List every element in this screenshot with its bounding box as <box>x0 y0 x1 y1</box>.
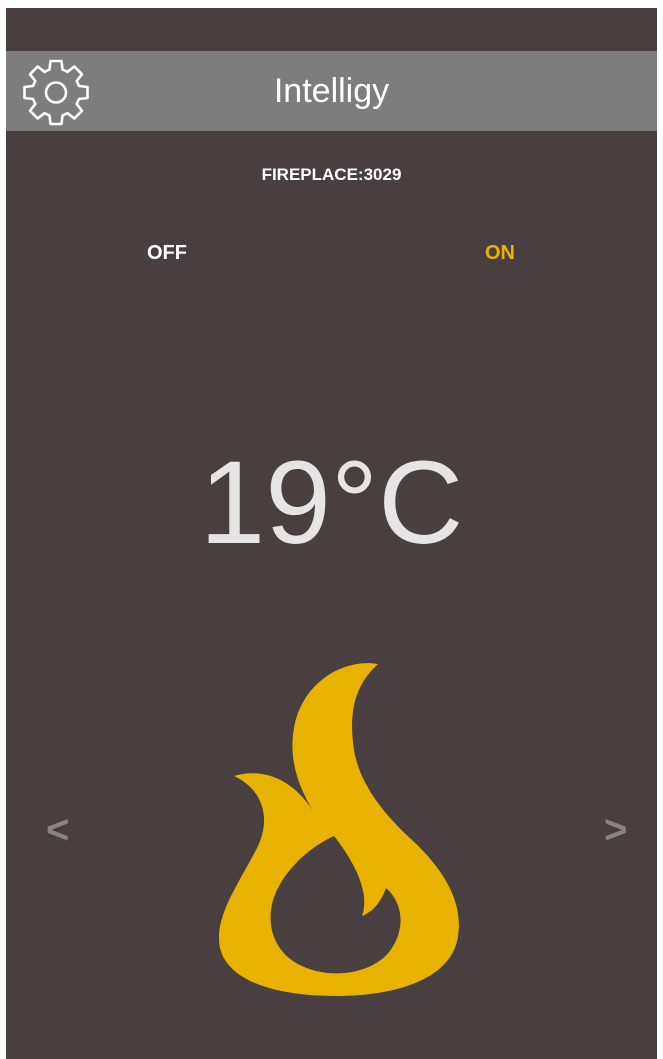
device-name-label: FIREPLACE:3029 <box>261 165 402 184</box>
next-arrow-button[interactable]: > <box>604 808 627 853</box>
temperature-display: 19°C <box>199 437 464 569</box>
flame-button[interactable]: flame-icon <box>206 650 466 1000</box>
flame-icon <box>218 663 459 996</box>
app-screen: gear-icon Intelligy FIREPLACE:3029 OFF O… <box>6 8 657 1059</box>
app-bar: gear-icon Intelligy <box>6 51 657 131</box>
app-title: Intelligy <box>273 72 390 110</box>
power-on-option[interactable]: ON <box>485 242 515 265</box>
power-off-option[interactable]: OFF <box>147 242 187 265</box>
previous-arrow-button[interactable]: < <box>46 808 69 853</box>
